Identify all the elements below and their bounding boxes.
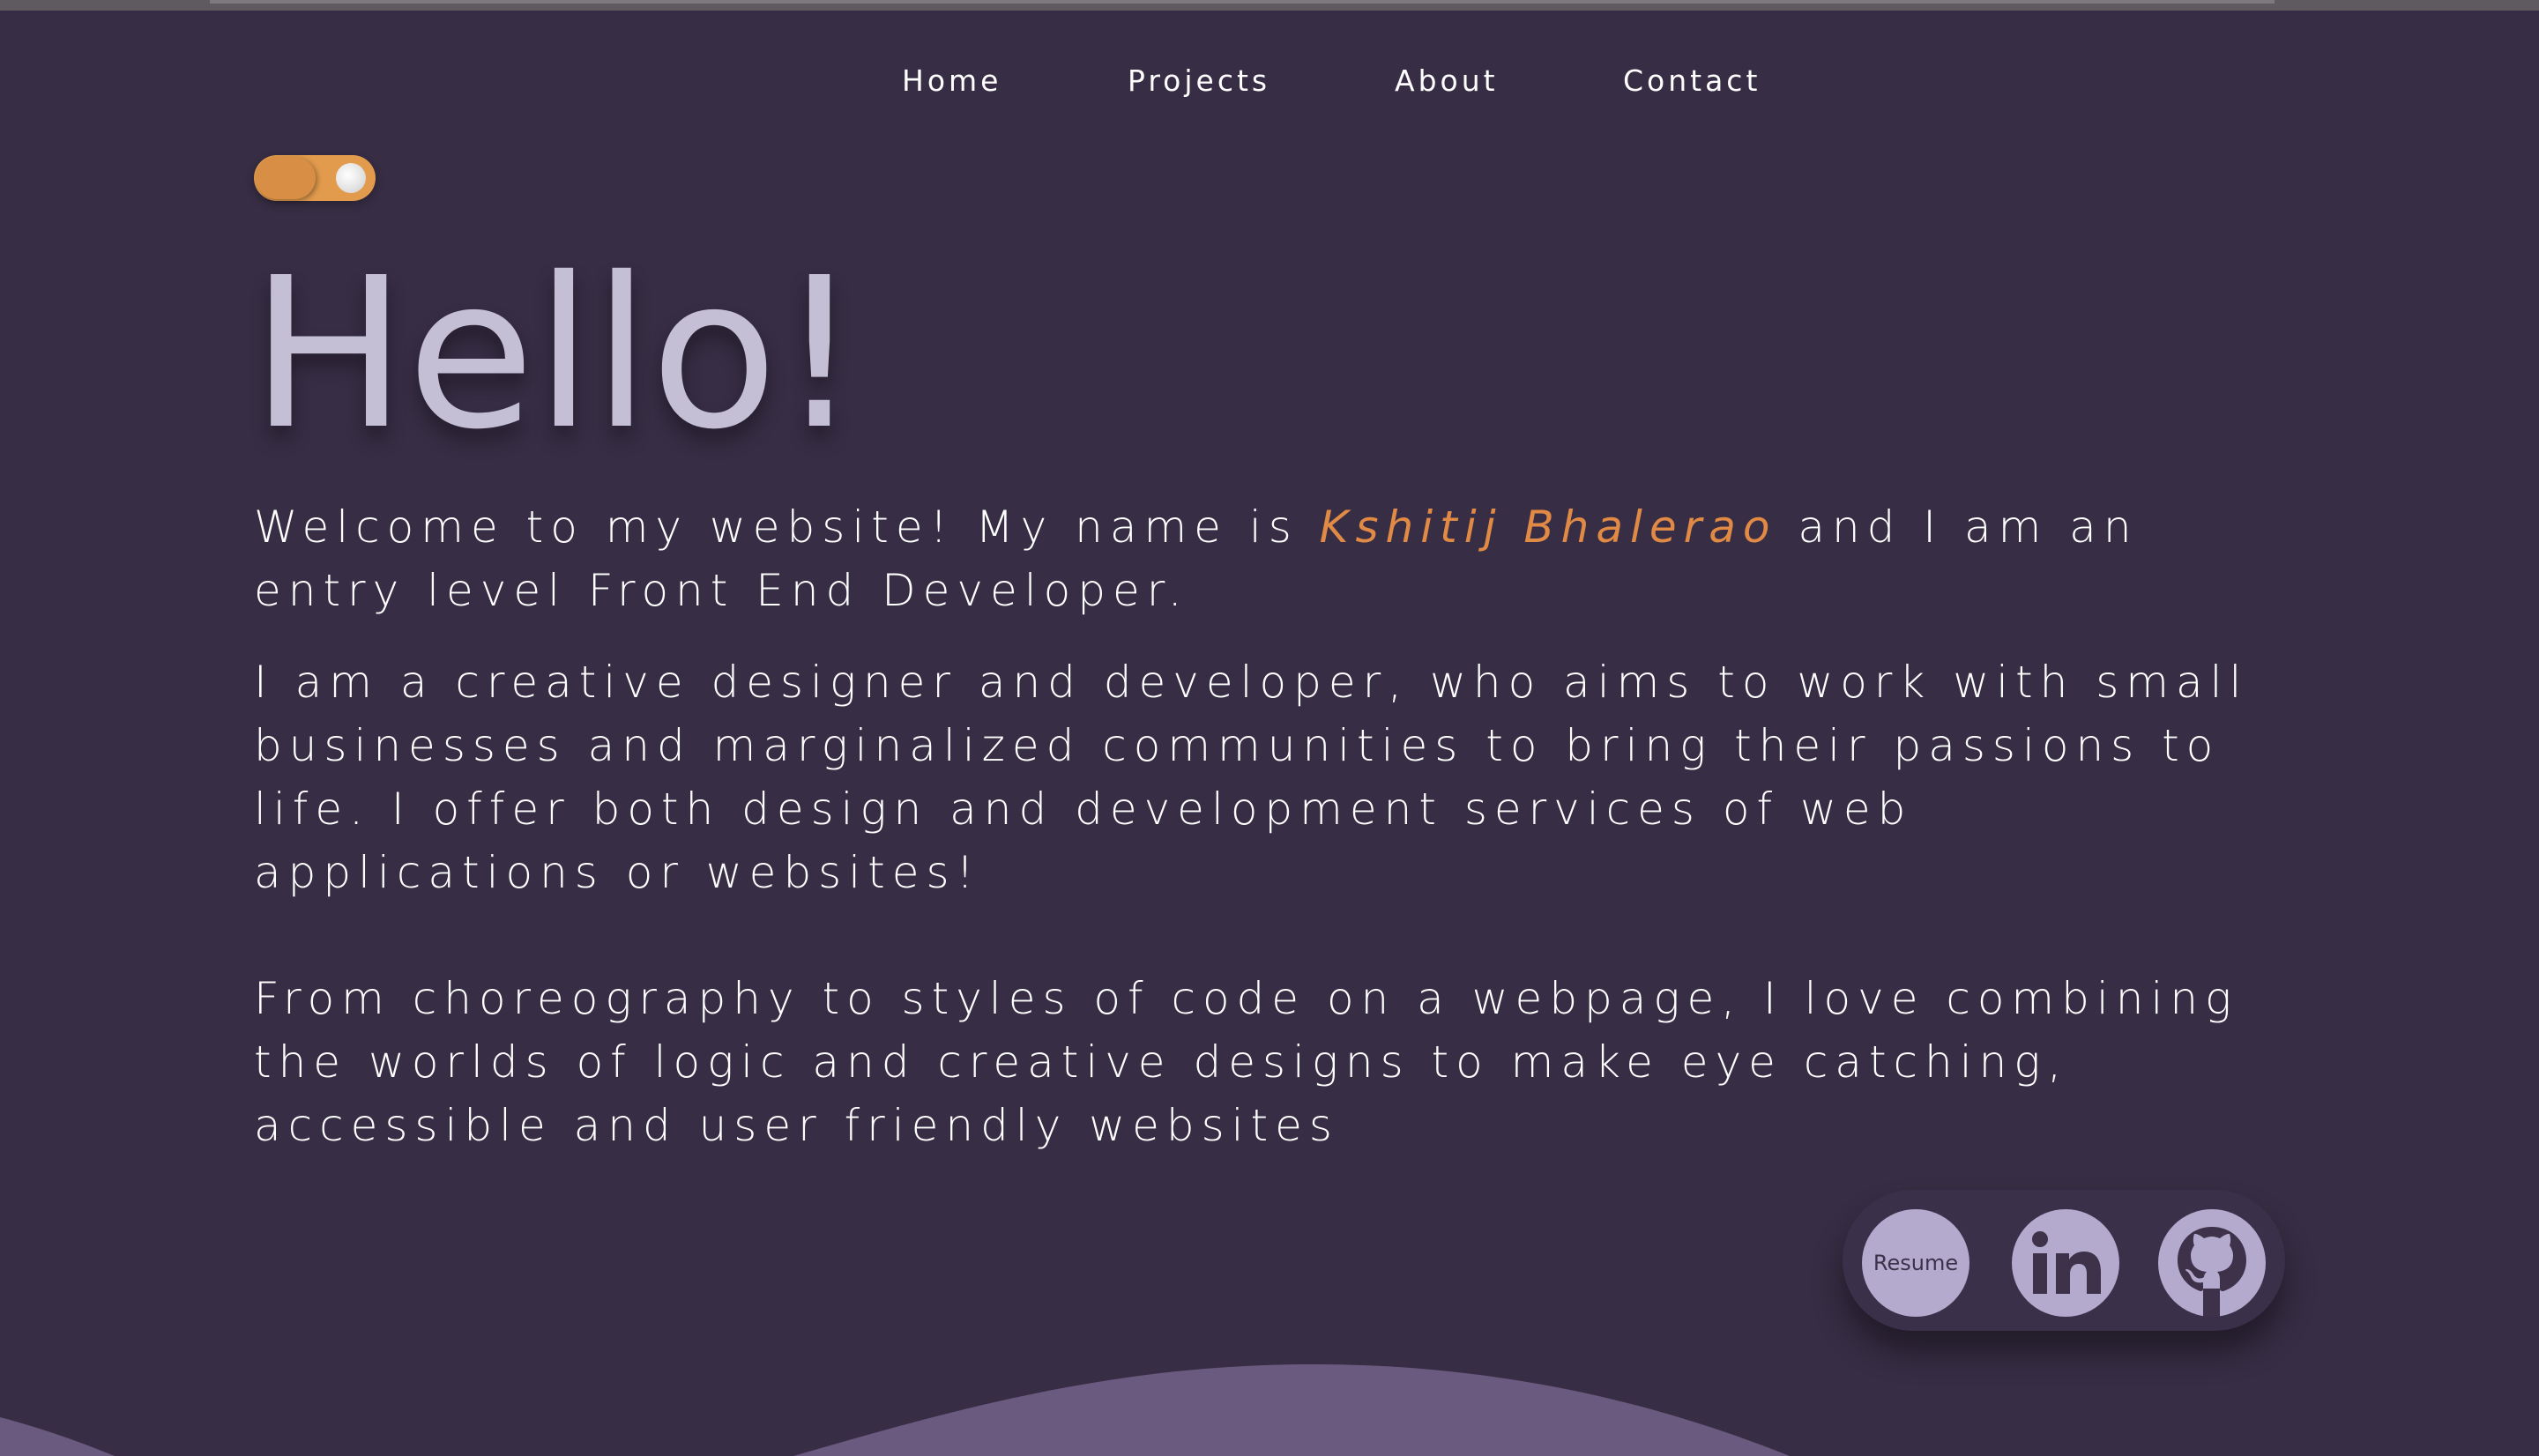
intro-text-before: Welcome to my website! My name is [254,501,1320,553]
nav-about[interactable]: About [1395,63,1499,98]
nav-contact[interactable]: Contact [1623,63,1761,98]
main-nav: Home Projects About Contact [0,0,2539,167]
nav-home[interactable]: Home [902,63,1001,98]
linkedin-icon [2032,1231,2101,1294]
passion-paragraph: From choreography to styles of code on a… [254,973,2239,1151]
hero-title: Hello! [250,233,861,475]
theme-toggle[interactable] [254,155,376,201]
resume-label: Resume [1873,1251,1959,1275]
nav-projects[interactable]: Projects [1128,63,1270,98]
theme-toggle-knob [256,157,316,199]
bottom-wave [0,1364,1790,1456]
social-links: Resume [1843,1190,2285,1331]
github-icon [2178,1227,2246,1317]
intro-paragraph: Welcome to my website! My name is Kshiti… [254,495,2282,622]
resume-button[interactable]: Resume [1862,1209,1969,1317]
github-button[interactable] [2158,1209,2266,1317]
moon-icon [336,163,366,193]
services-paragraph: I am a creative designer and developer, … [254,657,2249,898]
author-name: Kshitij Bhalerao [1319,501,1777,553]
linkedin-button[interactable] [2012,1209,2119,1317]
